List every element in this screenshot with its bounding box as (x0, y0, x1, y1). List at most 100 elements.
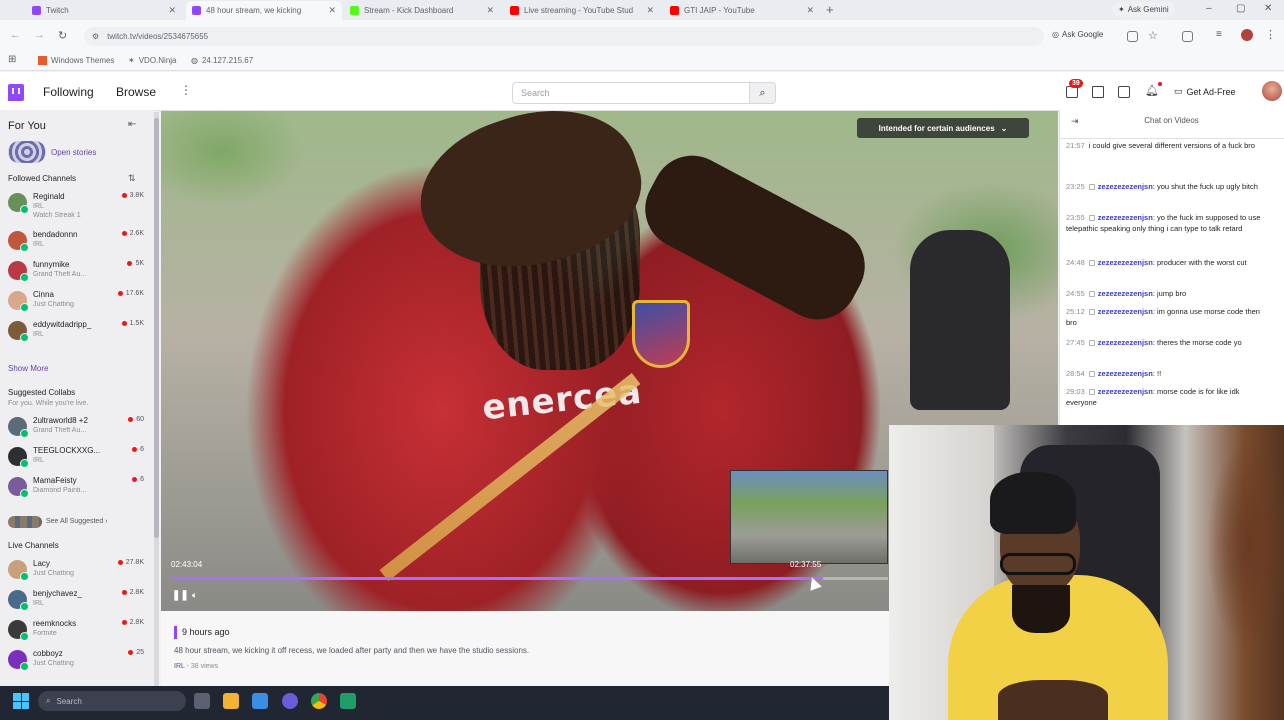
channel-item[interactable]: funnymike Grand Theft Au... 5K (0, 257, 154, 285)
extensions-icon[interactable] (1182, 31, 1193, 42)
audience-warning-dropdown[interactable]: Intended for certain audiences ⌄ (857, 118, 1029, 138)
media-control-icon[interactable]: ≡ (1216, 29, 1222, 40)
channel-item[interactable]: eddywitdadripp_ IRL 1.5K (0, 317, 154, 345)
chat-message: 25:12 zezezezezenjsn: im gonna use morse … (1066, 307, 1260, 327)
browser-tab[interactable]: Live streaming - YouTube Stud ✕ (504, 1, 660, 20)
volume-icon[interactable]: 🔈︎ (192, 590, 197, 601)
task-view-icon[interactable] (194, 693, 210, 709)
user-avatar[interactable] (1262, 81, 1282, 101)
chat-text: yo the fuck im supposed to use telepathi… (1066, 213, 1261, 233)
viewer-count: 6 (132, 476, 144, 483)
search-icon: ⌕ (46, 696, 51, 705)
forward-icon[interactable]: → (34, 29, 45, 41)
back-icon[interactable]: ← (10, 29, 21, 41)
close-tab-icon[interactable]: ✕ (168, 5, 176, 16)
channel-item[interactable]: MamaFeisty Diamond Painti... 6 (0, 473, 154, 501)
see-all-suggested-link[interactable]: See All Suggested › (46, 518, 108, 525)
close-tab-icon[interactable]: ✕ (806, 5, 814, 16)
bookmark-star-icon[interactable]: ☆ (1148, 29, 1158, 42)
menu-kebab-icon[interactable]: ⋮ (1265, 28, 1276, 41)
viewer-count: 2.8K (121, 619, 144, 626)
chat-username[interactable]: zezezezezenjsn (1098, 307, 1153, 316)
sidebar-scroll-thumb[interactable] (154, 118, 159, 538)
whispers-icon[interactable] (1092, 86, 1104, 98)
browser-tab[interactable]: Twitch ✕ (26, 1, 182, 20)
file-explorer-icon[interactable] (223, 693, 239, 709)
more-options-icon[interactable]: ⋮ (180, 83, 192, 97)
channel-item[interactable]: bendadonnn IRL 2.6K (0, 227, 154, 255)
browser-tab[interactable]: 48 hour stream, we kicking ✕ (186, 1, 342, 20)
sort-icon[interactable]: ⇅ (128, 173, 136, 184)
ask-gemini-button[interactable]: ✦ Ask Gemini (1112, 2, 1175, 17)
close-tab-icon[interactable]: ✕ (486, 5, 494, 16)
chrome-icon[interactable] (311, 693, 327, 709)
channel-game: IRL (33, 457, 44, 464)
chat-username[interactable]: zezezezezenjsn (1098, 213, 1153, 222)
close-tab-icon[interactable]: ✕ (646, 5, 654, 16)
browser-tab[interactable]: GTI JAIP - YouTube ✕ (664, 1, 820, 20)
minimize-button[interactable]: – (1206, 3, 1212, 14)
channel-item[interactable]: Reginald IRL 3.8K Watch Streak 1 (0, 189, 154, 225)
collapse-sidebar-icon[interactable]: ⇤ (128, 119, 136, 130)
eye-off-icon[interactable] (1127, 31, 1138, 42)
ask-google-button[interactable]: ◎ Ask Google (1052, 30, 1103, 39)
channel-game: Just Chatting (33, 660, 74, 667)
profile-icon[interactable] (1241, 29, 1253, 41)
chat-username[interactable]: zezezezezenjsn (1098, 338, 1153, 347)
search-input[interactable]: Search (512, 82, 750, 104)
apps-grid-icon[interactable]: ⊞ (8, 54, 16, 65)
chat-username[interactable]: zezezezezenjsn (1098, 387, 1153, 396)
channel-item[interactable]: cobboyz Just Chatting 25 (0, 646, 154, 674)
get-ad-free-button[interactable]: ▭ Get Ad-Free (1174, 86, 1236, 97)
twitch-logo-icon[interactable] (8, 84, 24, 101)
maximize-button[interactable]: ▢ (1236, 3, 1245, 14)
live-dot-icon (117, 560, 123, 565)
close-window-button[interactable]: ✕ (1264, 3, 1272, 14)
show-more-link[interactable]: Show More (8, 364, 48, 373)
live-channels-heading: Live Channels (8, 541, 59, 550)
chat-username[interactable]: zezezezezenjsn (1098, 258, 1153, 267)
webcam-hand (998, 680, 1108, 720)
channel-item[interactable]: benjychavez_ IRL 2.8K (0, 586, 154, 614)
crown-icon[interactable] (1118, 86, 1130, 98)
bell-icon[interactable]: 🔔︎ (1145, 84, 1159, 97)
chat-message: 21:57 i could give several different vers… (1066, 140, 1266, 151)
stories-avatars[interactable] (8, 141, 46, 163)
channel-item[interactable]: TEEGLOCKXXG... IRL 6 (0, 443, 154, 471)
chat-message: 24:48 zezezezezenjsn: producer with the w… (1066, 258, 1247, 267)
ad-free-icon: ▭ (1174, 86, 1183, 96)
open-stories-link[interactable]: Open stories (51, 148, 96, 157)
suggested-avatars (8, 516, 42, 528)
info-accent-bar (174, 626, 177, 639)
bookmark-windows-themes[interactable]: Windows Themes (38, 56, 114, 65)
channel-item[interactable]: 2ultraworld8 +2 Grand Theft Au... 60 (0, 413, 154, 441)
browser-tab[interactable]: Stream - Kick Dashboard ✕ (344, 1, 500, 20)
chat-username[interactable]: zezezezezenjsn (1098, 369, 1153, 378)
category-link[interactable]: IRL (174, 663, 185, 670)
chat-text: theres the morse code yo (1156, 338, 1242, 347)
windows-start-icon[interactable] (13, 693, 29, 709)
url-field[interactable]: ⚙ twitch.tv/videos/2534675655 (84, 27, 1044, 46)
obs-app-icon[interactable] (340, 693, 356, 709)
bookmark-vdo-ninja[interactable]: ✶ VDO.Ninja (128, 56, 177, 65)
chat-username[interactable]: zezezezezenjsn (1098, 182, 1153, 191)
following-link[interactable]: Following (43, 85, 94, 99)
close-tab-icon[interactable]: ✕ (328, 5, 336, 16)
pause-icon[interactable]: ❚❚ (172, 590, 189, 601)
browse-link[interactable]: Browse (116, 85, 156, 99)
store-icon[interactable] (252, 693, 268, 709)
channel-item[interactable]: Cinna Just Chatting 17.6K (0, 287, 154, 315)
search-button[interactable]: ⌕ (750, 82, 776, 104)
channel-item[interactable]: reemknocks Fortnite 2.8K (0, 616, 154, 644)
badge-icon (1088, 371, 1095, 378)
chat-text: i could give several different versions … (1088, 141, 1255, 150)
channel-avatar (8, 291, 29, 312)
new-tab-button[interactable]: + (826, 2, 834, 17)
site-info-icon[interactable]: ⚙ (92, 32, 99, 41)
reload-icon[interactable]: ↻ (58, 29, 67, 42)
taskbar-search-input[interactable]: ⌕ Search (38, 691, 186, 711)
bookmark-ip[interactable]: ◍ 24.127.215.67 (191, 56, 253, 65)
chat-username[interactable]: zezezezezenjsn (1098, 289, 1153, 298)
channel-item[interactable]: Lacy Just Chatting 27.8K (0, 556, 154, 584)
discord-icon[interactable] (282, 693, 298, 709)
